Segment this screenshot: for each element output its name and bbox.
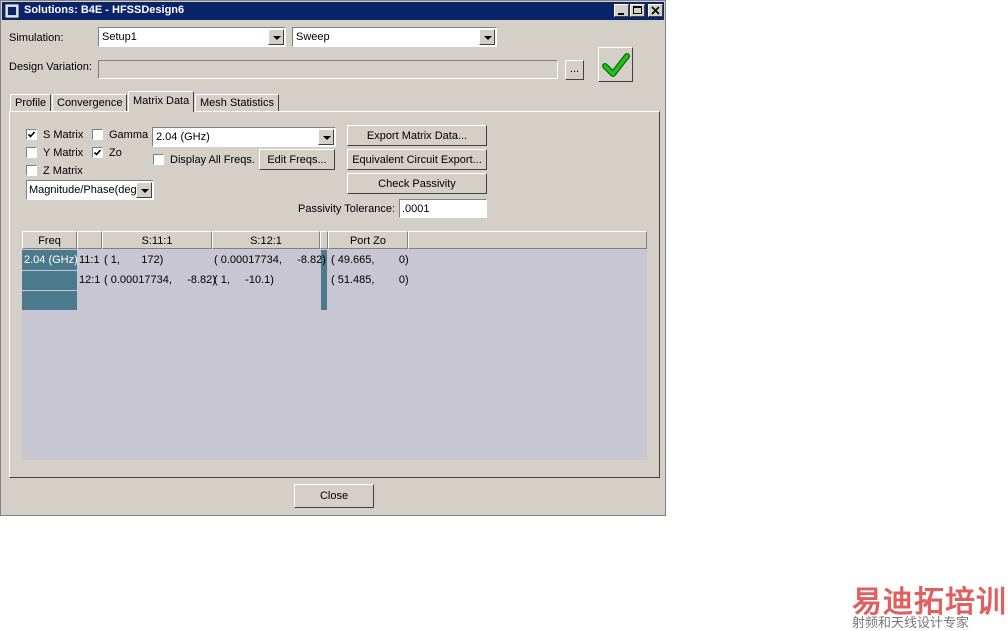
sweep-select[interactable]: Sweep — [292, 27, 497, 47]
equivalent-circuit-export-label: Equivalent Circuit Export... — [352, 154, 482, 166]
setup-dropdown-button[interactable] — [268, 29, 284, 45]
matrix-data-grid[interactable]: Freq S:11:1 S:12:1 Port Zo 2.04 (GHz) 11… — [22, 231, 647, 460]
close-window-button[interactable] — [648, 4, 663, 17]
title-bar[interactable]: Solutions: B4E - HFSSDesign6 — [2, 2, 664, 20]
tab-convergence-label: Convergence — [57, 97, 123, 109]
passivity-tolerance-value: .0001 — [402, 203, 430, 215]
equivalent-circuit-export-button[interactable]: Equivalent Circuit Export... — [347, 149, 487, 170]
design-variation-browse-button[interactable]: ... — [565, 60, 584, 80]
frequency-select[interactable]: 2.04 (GHz) — [152, 127, 336, 147]
minimize-icon — [618, 13, 624, 15]
chevron-down-icon — [323, 136, 331, 140]
solutions-dialog: Solutions: B4E - HFSSDesign6 Simulation:… — [0, 0, 666, 516]
display-all-freqs-label: Display All Freqs. — [170, 154, 255, 166]
minimize-button[interactable] — [614, 4, 629, 17]
setup-select[interactable]: Setup1 — [98, 27, 286, 47]
column-header-name[interactable] — [77, 231, 102, 249]
z-matrix-label: Z Matrix — [43, 165, 83, 177]
simulation-label: Simulation: — [9, 32, 64, 44]
format-value: Magnitude/Phase(deg — [29, 184, 137, 196]
checkmark-icon — [602, 53, 630, 77]
table-cell-s12[interactable]: ( 1, -10.1) — [214, 274, 274, 286]
watermark-subtitle: 射频和天线设计专家 — [852, 616, 970, 631]
close-button[interactable]: Close — [294, 484, 374, 508]
passivity-tolerance-label: Passivity Tolerance: — [298, 203, 396, 215]
tab-profile[interactable]: Profile — [10, 94, 52, 111]
column-header-port-zo[interactable]: Port Zo — [328, 231, 408, 249]
tab-profile-label: Profile — [15, 97, 47, 109]
sweep-value: Sweep — [296, 31, 330, 43]
row-divider — [22, 270, 77, 271]
column-header-empty — [408, 231, 647, 249]
tab-matrix-data[interactable]: Matrix Data — [128, 91, 195, 112]
zo-checkbox[interactable] — [92, 147, 103, 158]
y-matrix-checkbox[interactable] — [26, 147, 37, 158]
sweep-dropdown-button[interactable] — [479, 29, 495, 45]
table-cell-s12[interactable]: ( 0.00017734, -8.82) — [214, 254, 326, 266]
checkmark-icon — [93, 149, 102, 156]
export-matrix-data-label: Export Matrix Data... — [366, 130, 468, 142]
format-select[interactable]: Magnitude/Phase(deg — [26, 180, 154, 200]
close-label: Close — [319, 490, 349, 502]
check-passivity-button[interactable]: Check Passivity — [347, 173, 487, 194]
check-passivity-label: Check Passivity — [378, 178, 456, 190]
export-matrix-data-button[interactable]: Export Matrix Data... — [347, 125, 487, 146]
tab-convergence[interactable]: Convergence — [52, 94, 128, 111]
column-header-s12[interactable]: S:12:1 — [212, 231, 320, 249]
tab-matrix-data-label: Matrix Data — [133, 95, 190, 107]
frequency-dropdown-button[interactable] — [318, 129, 334, 145]
column-header-freq[interactable]: Freq — [22, 231, 77, 249]
status-check-button[interactable] — [598, 47, 633, 82]
format-dropdown-button[interactable] — [136, 182, 152, 198]
close-icon — [651, 6, 660, 15]
table-cell-port-zo[interactable]: ( 51.485, 0) — [331, 274, 409, 286]
table-row-name[interactable]: 11:1 — [79, 254, 100, 266]
gamma-label: Gamma — [109, 129, 149, 141]
passivity-tolerance-input[interactable]: .0001 — [399, 199, 487, 218]
design-variation-label: Design Variation: — [9, 61, 92, 73]
chevron-down-icon — [273, 36, 281, 40]
setup-value: Setup1 — [102, 31, 137, 43]
y-matrix-label: Y Matrix — [43, 147, 84, 159]
display-all-freqs-checkbox[interactable] — [153, 154, 164, 165]
table-cell-s11[interactable]: ( 0.00017734, -8.82) — [104, 274, 216, 286]
column-header-separator — [320, 231, 328, 249]
checkmark-icon — [27, 131, 36, 138]
table-cell-port-zo[interactable]: ( 49.665, 0) — [331, 254, 409, 266]
s-matrix-label: S Matrix — [43, 129, 84, 141]
row-divider — [22, 290, 77, 291]
tab-mesh-statistics[interactable]: Mesh Statistics — [195, 94, 279, 111]
column-header-s11[interactable]: S:11:1 — [102, 231, 212, 249]
table-row-name[interactable]: 12:1 — [79, 274, 100, 286]
frequency-cell[interactable]: 2.04 (GHz) — [24, 254, 78, 266]
edit-freqs-button[interactable]: Edit Freqs... — [259, 149, 335, 170]
design-variation-field — [98, 60, 558, 79]
chevron-down-icon — [484, 36, 492, 40]
tab-mesh-statistics-label: Mesh Statistics — [200, 97, 274, 109]
frequency-value: 2.04 (GHz) — [156, 131, 210, 143]
gamma-checkbox[interactable] — [92, 129, 103, 140]
table-cell-s11[interactable]: ( 1, 172) — [104, 254, 163, 266]
zo-label: Zo — [109, 147, 122, 159]
maximize-button[interactable] — [630, 4, 645, 17]
app-icon — [5, 4, 19, 18]
edit-freqs-label: Edit Freqs... — [267, 154, 327, 166]
s-matrix-checkbox[interactable] — [26, 129, 37, 140]
maximize-icon — [633, 6, 642, 14]
z-matrix-checkbox[interactable] — [26, 165, 37, 176]
chevron-down-icon — [141, 189, 149, 193]
browse-label: ... — [569, 63, 580, 75]
window-title: Solutions: B4E - HFSSDesign6 — [24, 4, 185, 16]
